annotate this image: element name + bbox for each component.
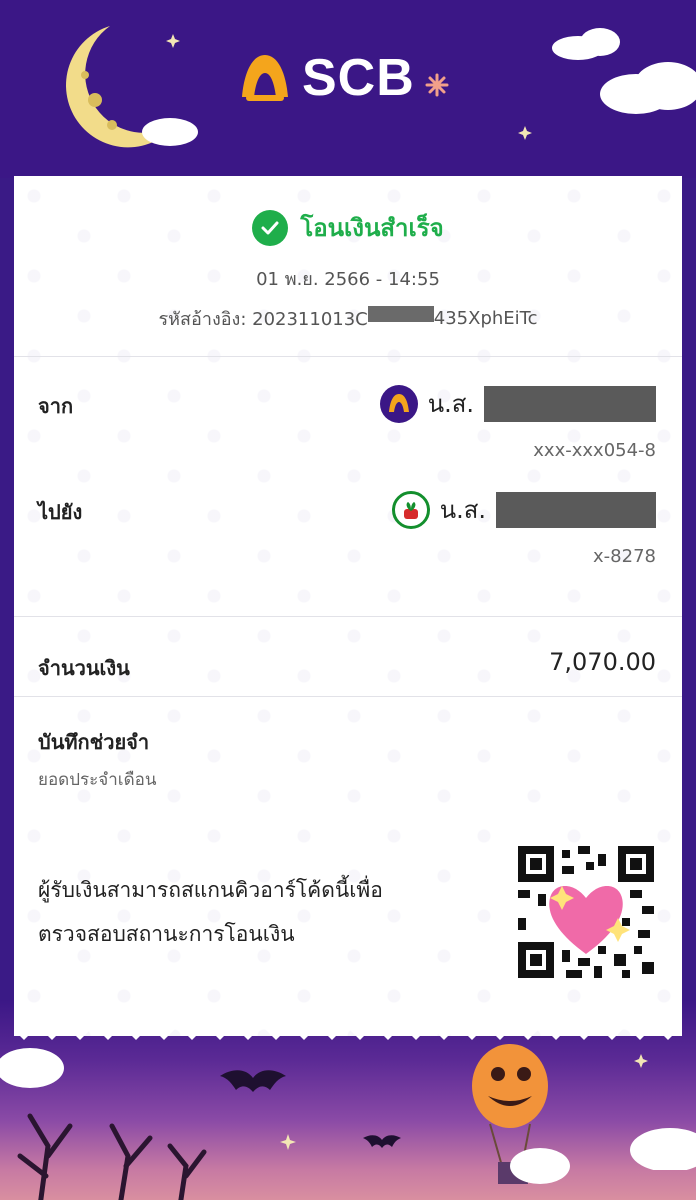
- reference-code: รหัสอ้างอิง: 202311013C: [158, 309, 368, 330]
- star-icon: [518, 126, 532, 140]
- amount-label: จำนวนเงิน: [38, 656, 130, 680]
- scb-bank-icon: [379, 384, 418, 423]
- cloud-decoration: [600, 62, 696, 114]
- memo-value: ยอดประจำเดือน: [38, 770, 157, 790]
- receipt-edge: [14, 1016, 682, 1040]
- transfer-datetime: 01 พ.ย. 2566 - 14:55: [256, 269, 440, 290]
- reference-redacted: [367, 305, 434, 322]
- memo-label: บันทึกช่วยจำ: [38, 730, 150, 754]
- cloud-decoration: [552, 28, 620, 60]
- cloud-decoration: [630, 1128, 696, 1170]
- scb-logo: SCB: [238, 48, 449, 108]
- from-name-prefix: น.ส.: [427, 390, 474, 418]
- qr-instruction-line1: ผู้รับเงินสามารถสแกนคิวอาร์โค้ดนี้เพื่อ: [38, 878, 383, 902]
- transfer-status: โอนเงินสำเร็จ: [0, 208, 696, 247]
- star-icon: [280, 1134, 296, 1150]
- pumpkin-balloon: [472, 1044, 570, 1184]
- to-label: ไปยัง: [38, 500, 83, 524]
- brand-name: SCB: [302, 49, 415, 107]
- bat-icon: [363, 1135, 401, 1148]
- amount-value: 7,070.00: [549, 648, 656, 676]
- divider: [14, 356, 682, 357]
- from-label: จาก: [38, 394, 74, 418]
- from-account: น.ส.: [379, 384, 656, 423]
- scb-logo-icon: [242, 55, 288, 101]
- to-name-redacted: [496, 491, 656, 528]
- star-icon: [166, 34, 180, 48]
- check-icon: [252, 209, 289, 246]
- to-account-number: x-8278: [593, 546, 656, 567]
- header-banner: SCB: [0, 0, 696, 178]
- qr-code[interactable]: [518, 846, 654, 978]
- to-name-prefix: น.ส.: [439, 496, 486, 524]
- sparkle-icon: [425, 73, 449, 97]
- cloud-decoration: [0, 1048, 64, 1088]
- from-account-number: xxx-xxx054-8: [533, 440, 656, 461]
- divider: [14, 696, 682, 697]
- tree-decoration: [17, 1113, 207, 1200]
- divider: [14, 616, 682, 617]
- reference-code-tail: 435XphEiTc: [433, 308, 538, 329]
- status-title: โอนเงินสำเร็จ: [300, 214, 444, 242]
- qr-instruction-line2: ตรวจสอบสถานะการโอนเงิน: [38, 922, 295, 946]
- from-name-redacted: [484, 385, 656, 422]
- kbank-bank-icon: [391, 490, 430, 529]
- to-account: น.ส.: [391, 490, 656, 529]
- star-icon: [634, 1054, 648, 1068]
- moon-decoration: [66, 26, 198, 148]
- bat-icon: [220, 1070, 286, 1092]
- reference-line: รหัสอ้างอิง: 202311013C 435XphEiTc: [0, 304, 696, 333]
